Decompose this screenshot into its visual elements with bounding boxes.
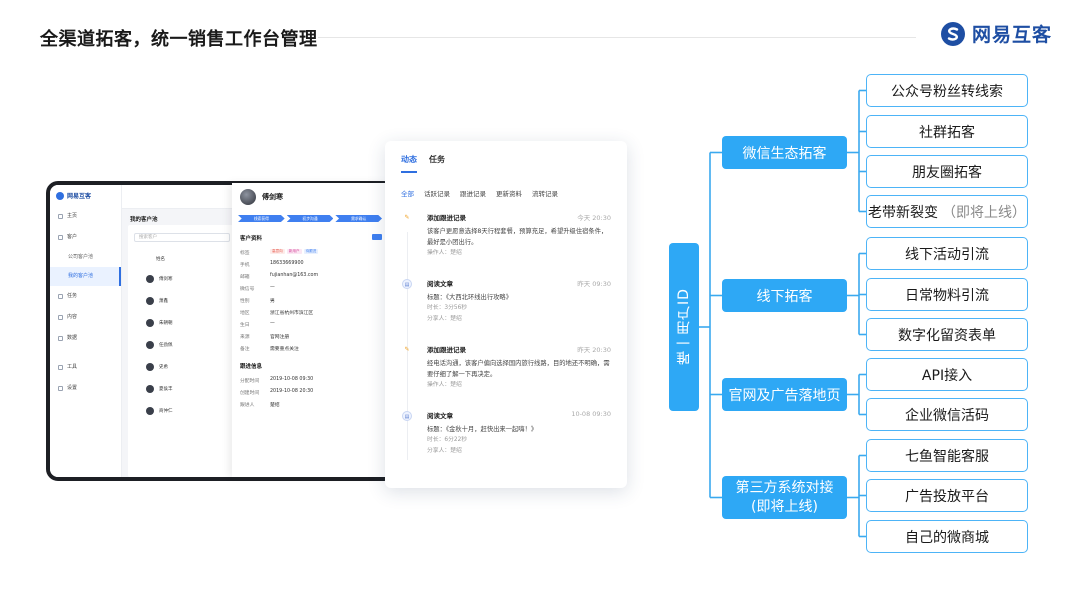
channel-node: 微信生态拓客 <box>722 136 847 169</box>
leaf-label: 朋友圈拓客 <box>912 164 982 181</box>
leaf-label: 广告投放平台 <box>905 488 989 505</box>
channel-node: 官网及广告落地页 <box>722 378 847 411</box>
leaf-node: 社群拓客 <box>866 115 1028 148</box>
leaf-note: （即将上线） <box>942 204 1026 221</box>
leaf-node: 公众号粉丝转线索 <box>866 74 1028 107</box>
leaf-node: 线下活动引流 <box>866 237 1028 270</box>
leaf-node: 七鱼智能客服 <box>866 439 1028 472</box>
leaf-label: 老带新裂变 <box>868 204 938 221</box>
leaf-label: 社群拓客 <box>919 124 975 141</box>
leaf-label: API接入 <box>921 367 973 384</box>
leaf-node: 自己的微商城 <box>866 520 1028 553</box>
leaf-node: 数字化留资表单 <box>866 318 1028 351</box>
leaf-label: 自己的微商城 <box>905 529 989 546</box>
leaf-label: 企业微信活码 <box>905 407 989 424</box>
leaf-node: 广告投放平台 <box>866 479 1028 512</box>
channel-label: 第三方系统对接 <box>735 479 834 496</box>
leaf-node: 企业微信活码 <box>866 398 1028 431</box>
leaf-label: 公众号粉丝转线索 <box>891 83 1003 100</box>
leaf-label: 日常物料引流 <box>905 287 989 304</box>
channel-node: 第三方系统对接 (即将上线) <box>722 476 847 519</box>
leaf-node: 老带新裂变 （即将上线） <box>866 195 1028 228</box>
channel-node: 线下拓客 <box>722 279 847 312</box>
leaf-node: 日常物料引流 <box>866 278 1028 311</box>
leaf-node: API接入 <box>866 358 1028 391</box>
leaf-label: 数字化留资表单 <box>898 327 996 344</box>
channel-note: (即将上线) <box>751 498 818 515</box>
root-node-user-id: 唯一用户ID <box>669 243 699 411</box>
leaf-label: 七鱼智能客服 <box>905 448 989 465</box>
leaf-label: 线下活动引流 <box>905 246 989 263</box>
leaf-node: 朋友圈拓客 <box>866 155 1028 188</box>
